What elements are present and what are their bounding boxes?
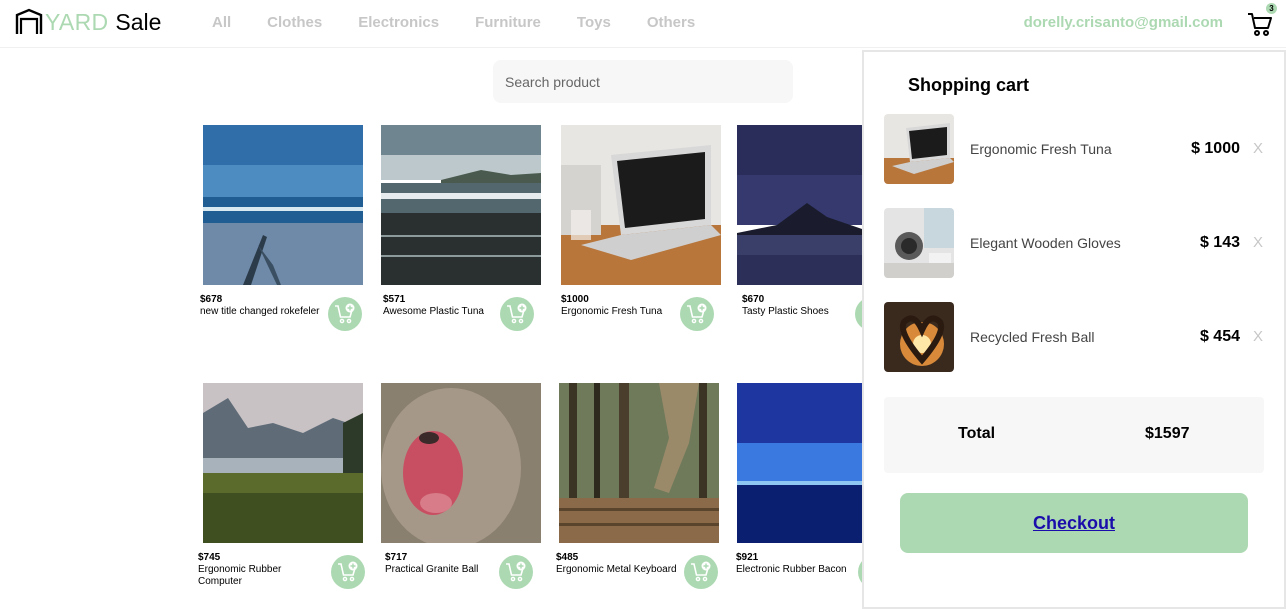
- cart-item-name: Elegant Wooden Gloves: [970, 235, 1121, 251]
- add-to-cart-button[interactable]: [331, 555, 365, 589]
- product-name: Ergonomic Rubber Computer: [198, 564, 282, 587]
- nav-all[interactable]: All: [212, 15, 231, 31]
- remove-item-button[interactable]: X: [1253, 141, 1263, 157]
- add-to-cart-icon: [691, 561, 711, 582]
- add-to-cart-icon: [506, 561, 526, 582]
- cart-item-price: $ 1000: [1191, 140, 1240, 157]
- add-to-cart-icon: [507, 303, 527, 324]
- total-label: Total: [958, 425, 996, 442]
- cart-count-badge: 3: [1266, 3, 1277, 14]
- product-name: new title changed rokefeler: [200, 306, 320, 317]
- nav-furniture[interactable]: Furniture: [475, 15, 541, 31]
- shopping-cart-panel: Shopping cart Ergonomic Fresh Tuna $ 100…: [862, 50, 1286, 609]
- storefront-icon: [15, 8, 43, 34]
- product-name: Tasty Plastic Shoes: [742, 306, 829, 317]
- cart-item-price: $ 454: [1199, 328, 1240, 345]
- product-card[interactable]: $1000 Ergonomic Fresh Tuna: [558, 125, 738, 335]
- add-to-cart-button[interactable]: [684, 555, 718, 589]
- top-navbar: YARD Sale All Clothes Electronics Furnit…: [0, 0, 1286, 48]
- product-name: Awesome Plastic Tuna: [383, 306, 484, 317]
- product-name: Electronic Rubber Bacon: [736, 564, 847, 575]
- cart-item-name: Recycled Fresh Ball: [970, 329, 1095, 345]
- logo-sale-text: Sale: [115, 8, 162, 35]
- product-image-sunset-beach[interactable]: [381, 125, 541, 285]
- cart-item-image-desk-speaker: [884, 208, 954, 278]
- remove-item-button[interactable]: X: [1253, 329, 1263, 345]
- add-to-cart-button[interactable]: [328, 297, 362, 331]
- product-image-forest-walk[interactable]: [559, 383, 719, 543]
- add-to-cart-button[interactable]: [500, 297, 534, 331]
- nav-others[interactable]: Others: [647, 15, 695, 31]
- nav-clothes[interactable]: Clothes: [267, 15, 322, 31]
- nav-toys[interactable]: Toys: [577, 15, 611, 31]
- product-price: $717: [385, 552, 408, 563]
- product-image-lake-mountains[interactable]: [203, 383, 363, 543]
- nav-electronics[interactable]: Electronics: [358, 15, 439, 31]
- user-email[interactable]: dorelly.crisanto@gmail.com: [1024, 15, 1223, 31]
- add-to-cart-button[interactable]: [680, 297, 714, 331]
- cart-item: Recycled Fresh Ball $ 454 X: [884, 302, 1266, 372]
- category-nav: All Clothes Electronics Furniture Toys O…: [212, 15, 731, 31]
- cart-item-price: $ 143: [1199, 234, 1240, 251]
- product-price: $1000: [561, 294, 589, 305]
- product-card[interactable]: $678 new title changed rokefeler: [200, 125, 380, 335]
- product-price: $678: [200, 294, 223, 305]
- product-price: $921: [736, 552, 759, 563]
- shopping-cart-icon: [1248, 13, 1272, 36]
- product-name: Practical Granite Ball: [385, 564, 479, 575]
- cart-item: Elegant Wooden Gloves $ 143 X: [884, 208, 1266, 278]
- product-price: $571: [383, 294, 406, 305]
- product-card[interactable]: $717 Practical Granite Ball: [378, 383, 558, 605]
- cart-item-image-laptop: [884, 114, 954, 184]
- product-price: $485: [556, 552, 579, 563]
- product-image-monkey[interactable]: [381, 383, 541, 543]
- product-card[interactable]: $485 Ergonomic Metal Keyboard: [556, 383, 736, 605]
- yard-sale-logo[interactable]: YARD Sale: [15, 7, 161, 37]
- cart-item-image-heart-hands: [884, 302, 954, 372]
- remove-item-button[interactable]: X: [1253, 235, 1263, 251]
- add-to-cart-icon: [687, 303, 707, 324]
- add-to-cart-button[interactable]: [499, 555, 533, 589]
- product-card[interactable]: $745 Ergonomic Rubber Computer: [198, 383, 380, 605]
- checkout-button[interactable]: Checkout: [900, 493, 1248, 553]
- product-name: Ergonomic Fresh Tuna: [561, 306, 663, 317]
- product-image-blue-horizon[interactable]: [737, 383, 862, 543]
- product-image-laptop[interactable]: [561, 125, 721, 285]
- cart-item-name: Ergonomic Fresh Tuna: [970, 141, 1112, 157]
- total-value: $1597: [1145, 425, 1190, 442]
- shopping-cart-button[interactable]: [1246, 10, 1274, 38]
- add-to-cart-icon: [335, 303, 355, 324]
- product-image-night-mountain-lake[interactable]: [737, 125, 862, 285]
- add-to-cart-icon: [338, 561, 358, 582]
- product-card[interactable]: $571 Awesome Plastic Tuna: [378, 125, 558, 335]
- order-total: Total $1597: [884, 397, 1264, 473]
- cart-title: Shopping cart: [908, 75, 1029, 95]
- product-price: $745: [198, 552, 221, 563]
- search-input[interactable]: [493, 60, 793, 103]
- product-image-ocean-beach[interactable]: [203, 125, 363, 285]
- product-price: $670: [742, 294, 765, 305]
- logo-yard-text: YARD: [45, 8, 109, 35]
- checkout-link[interactable]: Checkout: [1033, 513, 1115, 533]
- cart-item: Ergonomic Fresh Tuna $ 1000 X: [884, 114, 1266, 184]
- product-name: Ergonomic Metal Keyboard: [556, 564, 677, 575]
